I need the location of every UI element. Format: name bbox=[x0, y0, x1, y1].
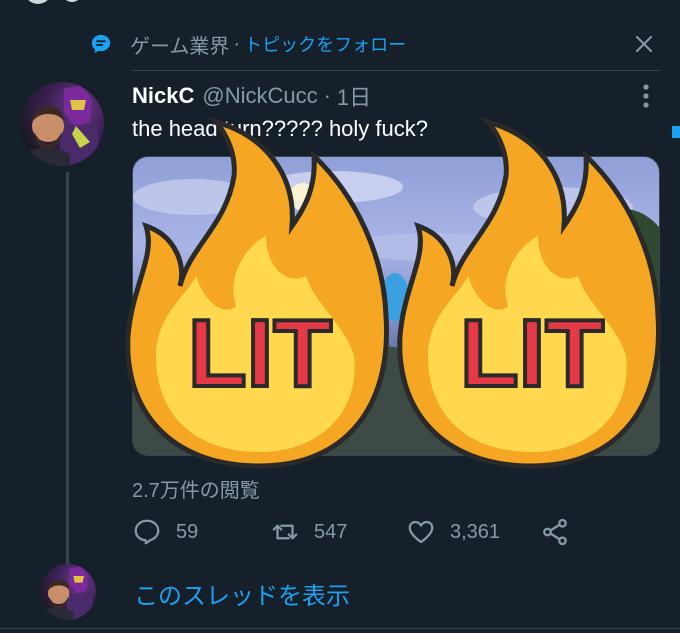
tweet-time[interactable]: 1日 bbox=[337, 80, 371, 112]
lit-fire-emoji: LIT bbox=[125, 117, 390, 469]
show-thread-link[interactable]: このスレッドを表示 bbox=[134, 576, 350, 611]
retweet-button[interactable]: 547 bbox=[270, 510, 347, 554]
bottom-divider bbox=[0, 628, 680, 629]
topic-separator: · bbox=[233, 32, 241, 55]
lit-fire-emoji: LIT bbox=[397, 117, 662, 469]
close-icon[interactable] bbox=[632, 32, 656, 56]
author-name[interactable]: NickC bbox=[132, 83, 194, 109]
tweet-header: NickC @NickCucc · 1日 bbox=[132, 80, 371, 112]
view-count[interactable]: 2.7万件の閲覧 bbox=[132, 474, 260, 503]
reply-count: 59 bbox=[176, 520, 199, 543]
reply-button[interactable]: 59 bbox=[132, 510, 198, 554]
lit-label-right: LIT bbox=[460, 300, 604, 407]
author-handle[interactable]: @NickCucc bbox=[202, 83, 317, 109]
topic-divider bbox=[132, 70, 660, 71]
like-button[interactable]: 3,361 bbox=[406, 510, 500, 554]
tweet-actions: 59 547 3,361 bbox=[132, 510, 592, 554]
topic-bubble-icon bbox=[91, 34, 111, 54]
topic-row: ゲーム業界 · トピックをフォロー bbox=[90, 28, 660, 60]
more-options-icon[interactable] bbox=[636, 82, 656, 110]
previous-tweet-stub bbox=[0, 0, 680, 8]
like-count: 3,361 bbox=[450, 520, 501, 543]
avatar-illustration bbox=[44, 566, 94, 620]
share-button[interactable] bbox=[540, 510, 570, 554]
avatar[interactable] bbox=[20, 82, 104, 166]
lit-label-left: LIT bbox=[188, 300, 332, 407]
follow-topic-link[interactable]: トピックをフォロー bbox=[244, 31, 406, 57]
retweet-count: 547 bbox=[314, 520, 348, 543]
thread-avatar[interactable] bbox=[40, 564, 96, 620]
thread-line bbox=[66, 172, 69, 567]
retweet-icon bbox=[272, 524, 298, 540]
reply-icon bbox=[134, 519, 160, 545]
heart-icon bbox=[408, 520, 434, 544]
avatar-illustration bbox=[26, 86, 100, 166]
share-icon bbox=[543, 518, 567, 546]
topic-name[interactable]: ゲーム業界 bbox=[130, 30, 229, 59]
time-separator: · bbox=[323, 83, 331, 108]
